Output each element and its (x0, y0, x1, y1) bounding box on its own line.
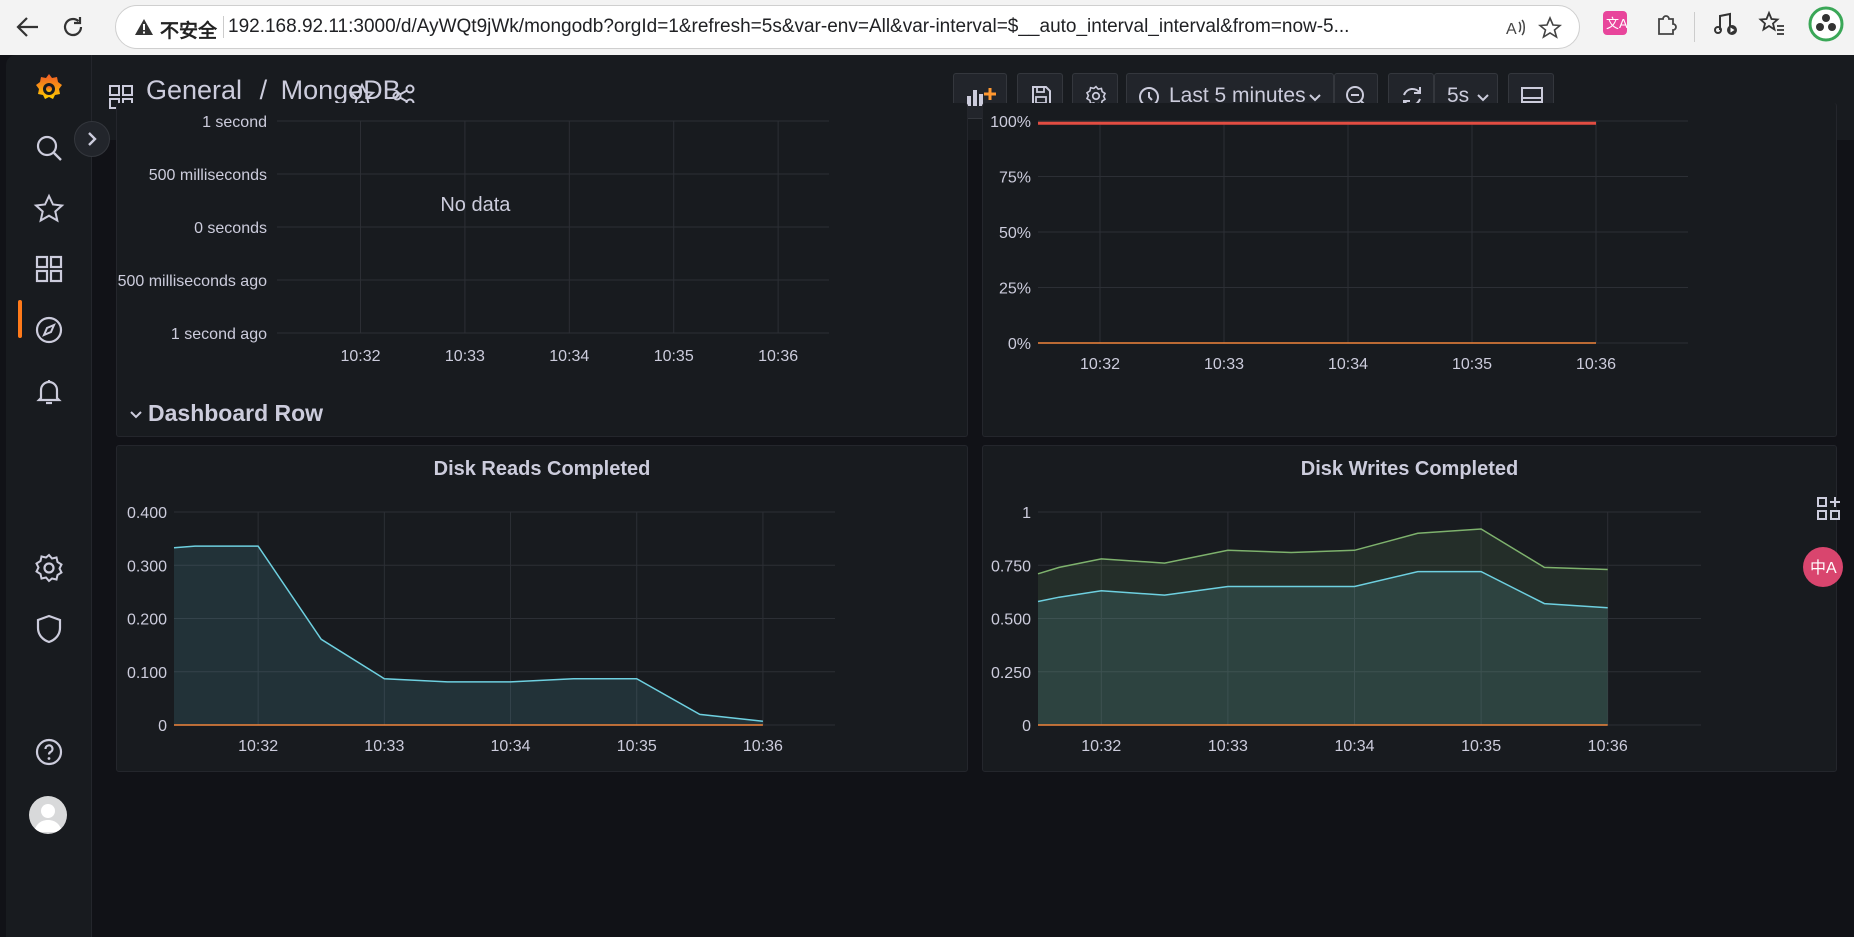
x-tick-label: 10:32 (1081, 738, 1121, 755)
y-tick-label: 50% (999, 225, 1031, 242)
chevron-right-icon (88, 132, 97, 146)
server-admin-shield-icon[interactable] (31, 611, 67, 647)
x-tick-label: 10:36 (758, 348, 798, 365)
y-tick-label: 1 second (202, 114, 267, 131)
extensions-puzzle-icon[interactable] (1653, 10, 1679, 36)
favorites-list-icon[interactable] (1758, 10, 1786, 38)
breadcrumb-folder[interactable]: General (146, 75, 242, 105)
y-tick-label: 0.250 (991, 665, 1031, 682)
help-icon[interactable] (31, 734, 67, 770)
app-grid-icon[interactable] (1814, 494, 1844, 524)
translate-extension-icon[interactable]: 文A (1602, 10, 1628, 36)
chart-disk-reads: 0.400 0.300 0.200 0.100 0 10:32 10:33 10:34 10:3… (127, 505, 835, 755)
x-tick-label: 10:36 (1576, 356, 1616, 373)
dashboards-icon[interactable] (31, 251, 67, 287)
chart-no-data: 1 second 500 milliseconds 0 seconds 500 mil… (118, 114, 829, 365)
panel-title[interactable]: Disk Reads Completed (117, 458, 967, 481)
x-tick-label: 10:33 (1204, 356, 1244, 373)
svg-text:中A: 中A (1810, 559, 1837, 577)
x-tick-label: 10:34 (491, 738, 531, 755)
y-tick-label: 500 milliseconds (149, 167, 267, 184)
grafana-app: General / MongoDB Last 5 minutes 5s 1 se… (6, 55, 1854, 937)
chart-disk-writes: 1 0.750 0.500 0.250 0 10:32 10:33 10:34 10:35 10:… (991, 505, 1701, 755)
y-tick-label: 100% (990, 114, 1031, 131)
svg-text:文A: 文A (1606, 16, 1628, 31)
x-tick-label: 10:32 (1080, 356, 1120, 373)
panel-percentage[interactable]: 100% 75% 50% 25% 0% 10:32 10:33 10:34 10:35 10:36 (982, 103, 1837, 437)
expand-menu-button[interactable] (74, 121, 110, 157)
panel-disk-writes[interactable]: Disk Writes Completed 1 0.750 0.500 0.250 0 1… (982, 445, 1837, 772)
media-control-icon[interactable] (1712, 10, 1740, 38)
profile-avatar-icon[interactable] (1808, 6, 1844, 42)
x-tick-label: 10:33 (364, 738, 404, 755)
x-tick-label: 10:35 (1461, 738, 1501, 755)
search-icon[interactable] (31, 130, 67, 166)
row-title[interactable]: Dashboard Row (148, 400, 323, 427)
x-tick-label: 10:36 (743, 738, 783, 755)
explore-compass-icon[interactable] (31, 312, 67, 348)
no-data-label: No data (440, 194, 511, 216)
url-text[interactable]: 192.168.92.11:3000/d/AyWQt9jWk/mongodb?o… (228, 16, 1598, 38)
y-tick-label: 75% (999, 170, 1031, 187)
address-bar[interactable]: 不安全 192.168.92.11:3000/d/AyWQt9jWk/mongo… (115, 5, 1580, 49)
y-tick-label: 1 (1022, 505, 1031, 522)
panel-title[interactable]: Disk Writes Completed (983, 458, 1836, 481)
warning-icon (135, 19, 153, 35)
active-indicator (18, 300, 22, 338)
x-tick-label: 10:34 (549, 348, 589, 365)
y-tick-label: 500 milliseconds ago (118, 273, 268, 290)
translate-float-icon[interactable]: 中A (1801, 545, 1845, 589)
y-tick-label: 0.100 (127, 665, 167, 682)
url-separator (223, 16, 224, 38)
x-tick-label: 10:36 (1588, 738, 1628, 755)
panel-disk-reads[interactable]: Disk Reads Completed 0.400 0.300 0.200 0.10… (116, 445, 968, 772)
x-tick-label: 10:34 (1328, 356, 1368, 373)
user-avatar-icon (34, 804, 62, 832)
x-tick-label: 10:32 (238, 738, 278, 755)
insecure-label: 不安全 (160, 21, 218, 42)
grafana-logo-icon[interactable] (31, 71, 67, 107)
alerting-bell-icon[interactable] (31, 373, 67, 409)
series-area-fill (1038, 571, 1608, 725)
x-tick-label: 10:33 (445, 348, 485, 365)
side-menu (6, 55, 92, 937)
x-tick-label: 10:34 (1334, 738, 1374, 755)
read-aloud-icon[interactable]: A (1504, 16, 1528, 40)
reload-button[interactable] (55, 9, 91, 45)
y-tick-label: 0 seconds (194, 220, 267, 237)
y-tick-label: 25% (999, 281, 1031, 298)
breadcrumb-separator: / (259, 75, 268, 105)
y-tick-label: 0.300 (127, 558, 167, 575)
x-tick-label: 10:35 (1452, 356, 1492, 373)
starred-icon[interactable] (31, 191, 67, 227)
chart-percentage: 100% 75% 50% 25% 0% 10:32 10:33 10:34 10:35 10:36 (990, 114, 1688, 373)
y-tick-label: 0.200 (127, 612, 167, 629)
browser-toolbar: 不安全 192.168.92.11:3000/d/AyWQt9jWk/mongo… (0, 0, 1854, 55)
back-button[interactable] (10, 9, 46, 45)
y-tick-label: 0 (158, 718, 167, 735)
y-tick-label: 0.500 (991, 612, 1031, 629)
user-avatar[interactable] (29, 796, 67, 834)
configuration-gear-icon[interactable] (31, 550, 67, 586)
y-tick-label: 0% (1008, 336, 1031, 353)
y-tick-label: 1 second ago (171, 326, 267, 343)
svg-text:A: A (1506, 21, 1517, 38)
back-arrow-icon (16, 17, 38, 37)
row-collapse-chevron-icon[interactable] (128, 406, 144, 422)
x-tick-label: 10:32 (340, 348, 380, 365)
breadcrumb-dashboard[interactable]: MongoDB (281, 75, 401, 105)
favorite-star-icon[interactable] (1538, 16, 1562, 40)
x-tick-label: 10:33 (1208, 738, 1248, 755)
y-tick-label: 0.400 (127, 505, 167, 522)
reload-icon (63, 17, 83, 37)
x-tick-label: 10:35 (617, 738, 657, 755)
x-tick-label: 10:35 (654, 348, 694, 365)
toolbar-divider (1694, 12, 1695, 42)
series-area-fill (174, 546, 763, 725)
panel-no-data[interactable]: 1 second 500 milliseconds 0 seconds 500 mil… (116, 103, 968, 437)
y-tick-label: 0.750 (991, 558, 1031, 575)
y-tick-label: 0 (1022, 718, 1031, 735)
